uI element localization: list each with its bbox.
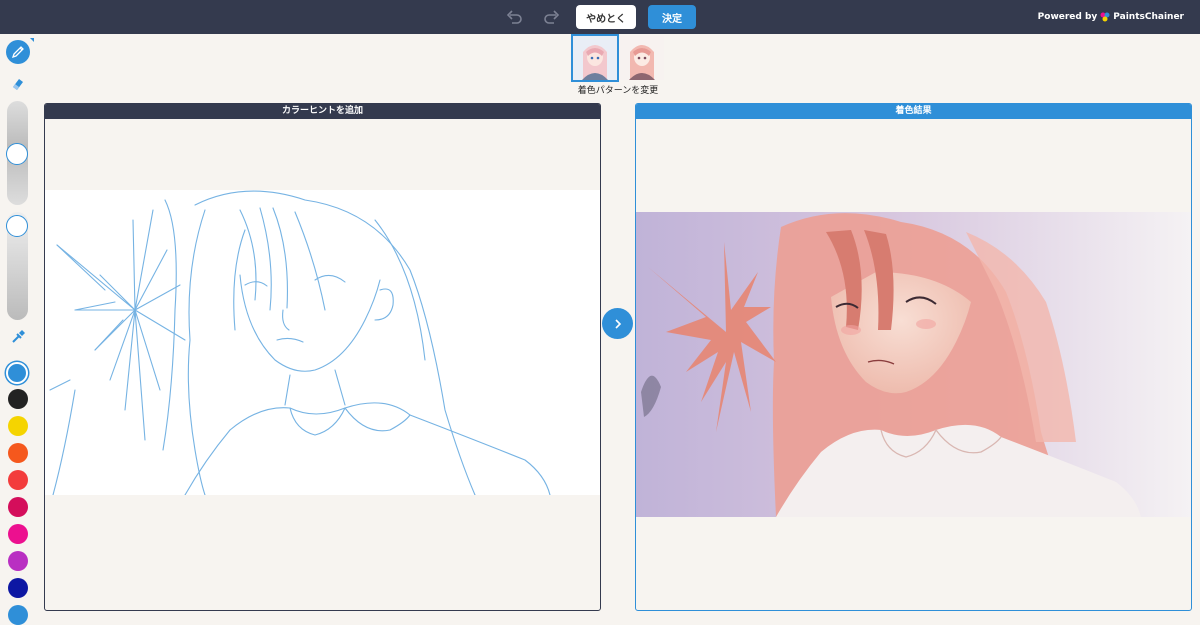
color-swatch[interactable]: [8, 524, 28, 544]
powered-by-text: Powered by: [1037, 12, 1098, 22]
cancel-button[interactable]: やめとく: [576, 5, 636, 29]
brush-size-slider[interactable]: [6, 101, 28, 205]
line-art-canvas[interactable]: [45, 190, 600, 496]
opacity-slider[interactable]: [6, 212, 28, 320]
paintschainer-logo-icon: [1100, 12, 1110, 22]
hint-panel: カラーヒントを追加: [44, 103, 601, 611]
color-swatch[interactable]: [8, 470, 28, 490]
brand-name: PaintsChainer: [1113, 12, 1184, 22]
color-swatch[interactable]: [8, 443, 28, 463]
eyedropper-icon[interactable]: [6, 325, 30, 349]
opacity-knob[interactable]: [6, 215, 28, 237]
color-swatch[interactable]: [6, 362, 28, 384]
powered-by[interactable]: Powered by PaintsChainer: [1038, 12, 1184, 22]
color-swatch[interactable]: [8, 389, 28, 409]
result-panel-title: 着色結果: [636, 104, 1191, 119]
pattern-thumbnail-2[interactable]: [620, 36, 664, 80]
redo-icon[interactable]: [540, 6, 562, 28]
colorize-button[interactable]: [602, 308, 633, 339]
eraser-icon[interactable]: [6, 72, 30, 96]
top-bar: やめとく 決定 Powered by PaintsChainer: [0, 0, 1200, 34]
pencil-icon[interactable]: [6, 38, 34, 64]
color-swatch[interactable]: [8, 578, 28, 598]
hint-panel-title: カラーヒントを追加: [45, 104, 600, 119]
starburst-sketch: [56, 209, 186, 441]
confirm-button[interactable]: 決定: [648, 5, 696, 29]
result-panel: 着色結果: [635, 103, 1192, 611]
pattern-thumbnail-1[interactable]: [571, 34, 619, 82]
brush-size-knob[interactable]: [6, 143, 28, 165]
change-pattern-label: 着色パターンを変更: [577, 86, 659, 96]
colorized-result-image: [636, 212, 1191, 517]
color-swatch[interactable]: [8, 416, 28, 436]
color-swatch[interactable]: [8, 497, 28, 517]
color-swatch[interactable]: [8, 551, 28, 571]
undo-icon[interactable]: [504, 6, 526, 28]
color-swatch[interactable]: [8, 605, 28, 625]
tool-sidebar: [0, 34, 35, 625]
